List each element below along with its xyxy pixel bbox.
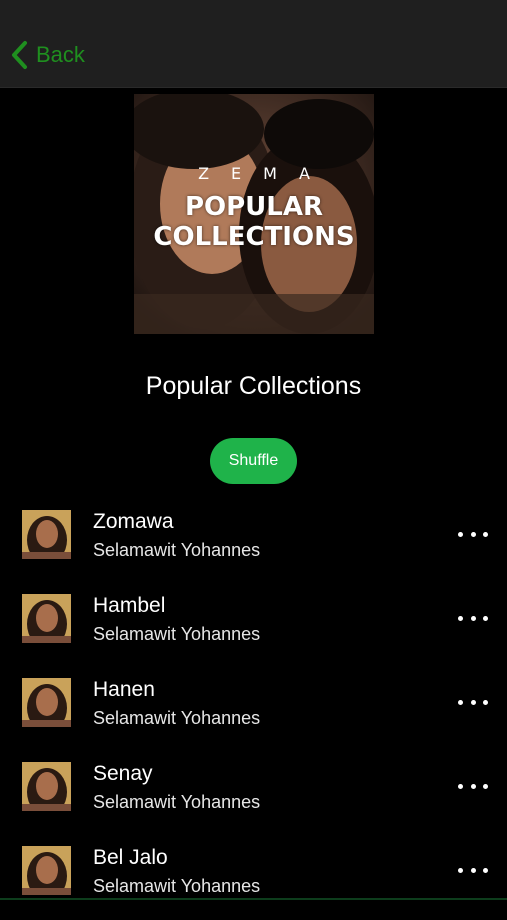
dot <box>483 699 488 705</box>
playlist-cover-art: ZEMA POPULAR COLLECTIONS <box>134 94 374 334</box>
dot <box>470 783 476 789</box>
song-thumbnail <box>22 678 71 727</box>
song-list: Zomawa Selamawit Yohannes Hambel Selamawit … <box>0 500 507 920</box>
song-thumbnail <box>22 846 71 895</box>
song-artist: Selamawit Yohannes <box>93 708 261 728</box>
song-artist: Selamawit Yohannes <box>93 792 261 812</box>
cover-title-line-2: COLLECTIONS <box>153 222 355 252</box>
more-options-icon[interactable] <box>458 608 488 628</box>
navigation-bar: Back <box>0 0 507 88</box>
song-row[interactable]: Zomawa Selamawit Yohannes <box>0 500 507 584</box>
song-thumbnail <box>22 594 71 643</box>
dot <box>483 531 488 537</box>
avatar-image <box>22 594 71 643</box>
avatar-image <box>22 510 71 559</box>
more-options-icon[interactable] <box>458 524 488 544</box>
dot <box>458 531 463 537</box>
dot <box>483 615 488 621</box>
back-button[interactable]: Back <box>10 40 85 70</box>
shuffle-button[interactable]: Shuffle <box>210 438 297 484</box>
dot <box>470 531 476 537</box>
playlist-title: Popular Collections <box>145 372 362 400</box>
song-thumbnail <box>22 762 71 811</box>
avatar-image <box>22 762 71 811</box>
dot <box>458 615 463 621</box>
song-row[interactable]: Hanen Selamawit Yohannes <box>0 668 507 752</box>
song-artist: Selamawit Yohannes <box>93 876 261 896</box>
song-title: Zomawa <box>93 510 174 533</box>
dot <box>458 699 463 705</box>
song-thumbnail <box>22 510 71 559</box>
song-title: Senay <box>93 762 153 785</box>
song-row[interactable]: Hambel Selamawit Yohannes <box>0 584 507 668</box>
dot <box>458 867 463 873</box>
song-row[interactable]: Senay Selamawit Yohannes <box>0 752 507 836</box>
dot <box>483 867 488 873</box>
more-options-icon[interactable] <box>458 776 488 796</box>
song-title: Bel Jalo <box>93 846 168 869</box>
song-title: Hanen <box>93 678 155 701</box>
more-options-icon[interactable] <box>458 860 488 880</box>
dot <box>458 783 463 789</box>
cover-brand-text: ZEMA <box>198 164 332 183</box>
back-label: Back <box>36 42 85 67</box>
more-options-icon[interactable] <box>458 692 488 712</box>
chevron-left-icon <box>12 41 27 69</box>
dot <box>483 783 488 789</box>
dot <box>470 867 476 873</box>
dot <box>470 615 476 621</box>
cover-title-line-1: POPULAR <box>184 192 324 222</box>
song-title: Hambel <box>93 594 166 617</box>
avatar-image <box>22 846 71 895</box>
dot <box>470 699 476 705</box>
song-row[interactable]: Bel Jalo Selamawit Yohannes <box>0 836 507 920</box>
song-artist: Selamawit Yohannes <box>93 624 261 644</box>
cover-title-text: POPULAR COLLECTIONS <box>134 192 374 252</box>
song-artist: Selamawit Yohannes <box>93 540 261 560</box>
avatar-image <box>22 678 71 727</box>
